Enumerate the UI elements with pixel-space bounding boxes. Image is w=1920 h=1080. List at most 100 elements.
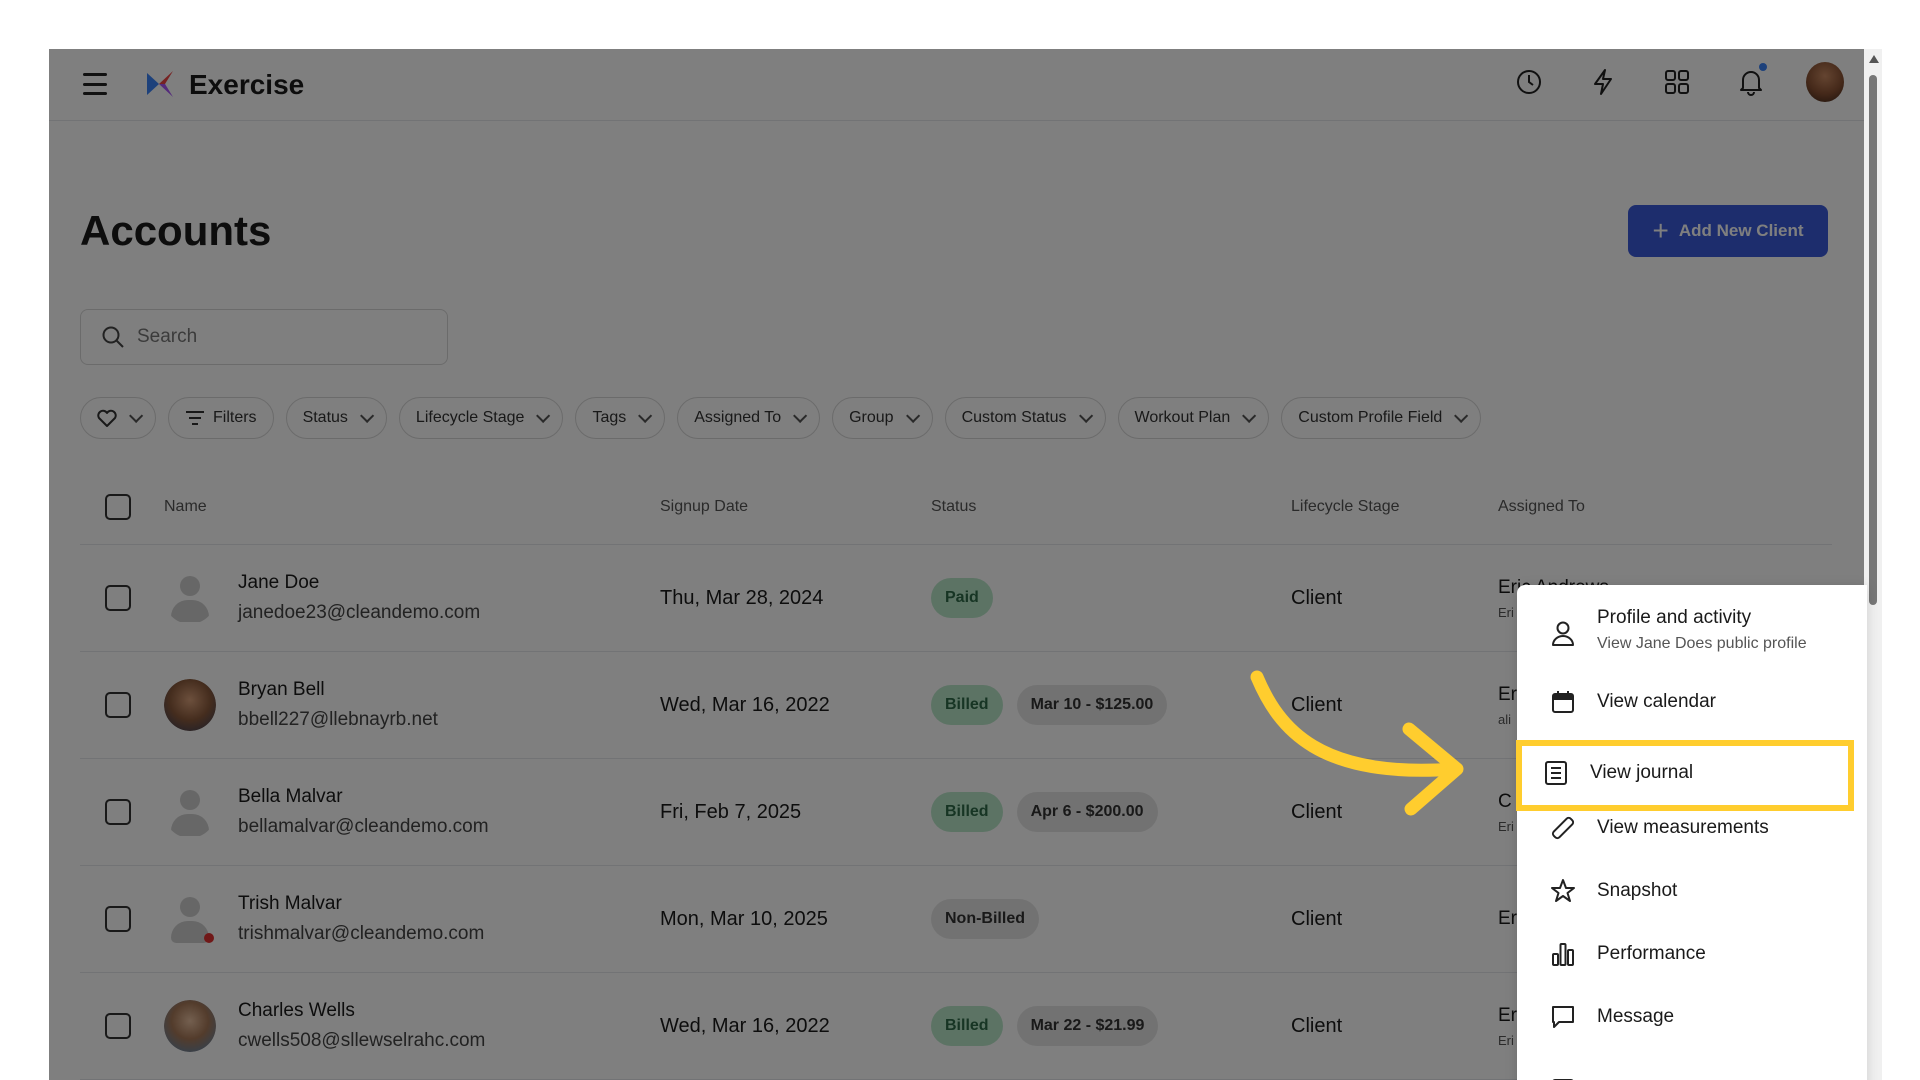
signup-date: Mon, Mar 10, 2025 bbox=[660, 907, 828, 930]
header-signup-date: Signup Date bbox=[660, 497, 749, 515]
status-dot bbox=[204, 933, 214, 943]
chevron-down-icon bbox=[536, 408, 551, 423]
status-filter[interactable]: Status bbox=[285, 397, 387, 439]
menu-item-more[interactable] bbox=[1517, 1071, 1867, 1080]
filter-lines-icon bbox=[186, 411, 204, 425]
status-badge: Paid bbox=[931, 578, 993, 618]
calendar-icon bbox=[1549, 688, 1577, 716]
menu-item-performance-label: Performance bbox=[1597, 943, 1706, 964]
assigned-sub: ali bbox=[1498, 711, 1512, 727]
menu-item-snapshot[interactable]: Snapshot bbox=[1517, 873, 1867, 909]
top-navbar: Exercise bbox=[49, 49, 1864, 121]
header-assigned-to: Assigned To bbox=[1498, 497, 1585, 515]
status-badge: Billed bbox=[931, 685, 1003, 725]
assigned-to-filter-label: Assigned To bbox=[694, 409, 782, 426]
lifecycle-stage-filter[interactable]: Lifecycle Stage bbox=[398, 397, 564, 439]
chevron-down-icon bbox=[1454, 408, 1469, 423]
client-name[interactable]: Bella Malvar bbox=[238, 786, 489, 808]
header-lifecycle-stage: Lifecycle Stage bbox=[1291, 497, 1400, 515]
search-input[interactable] bbox=[137, 326, 397, 348]
menu-item-profile[interactable]: Profile and activity View Jane Does publ… bbox=[1517, 607, 1867, 653]
filters-button[interactable]: Filters bbox=[168, 397, 274, 439]
lifecycle-stage: Client bbox=[1291, 586, 1343, 609]
chevron-down-icon bbox=[1242, 408, 1257, 423]
favorites-filter[interactable] bbox=[80, 397, 156, 439]
search-box bbox=[80, 309, 448, 365]
assigned-name: Er bbox=[1498, 1004, 1517, 1026]
workout-plan-filter[interactable]: Workout Plan bbox=[1117, 397, 1270, 439]
avatar-placeholder bbox=[164, 572, 216, 624]
assigned-name: Er bbox=[1498, 683, 1517, 705]
notification-bell-icon[interactable] bbox=[1732, 63, 1770, 101]
status-badge: Billed bbox=[931, 792, 1003, 832]
app-title: Exercise bbox=[189, 69, 305, 100]
menu-item-profile-label: Profile and activity bbox=[1597, 607, 1752, 628]
avatar-placeholder bbox=[164, 786, 216, 838]
add-new-client-button[interactable]: + Add New Client bbox=[1628, 205, 1828, 257]
filter-bar: Filters Status Lifecycle Stage Tags Assi… bbox=[80, 397, 1482, 439]
scroll-up-arrow-icon[interactable] bbox=[1869, 55, 1879, 63]
heart-icon bbox=[97, 409, 117, 427]
signup-date: Wed, Mar 16, 2022 bbox=[660, 693, 830, 716]
star-icon bbox=[1549, 877, 1577, 905]
chevron-down-icon bbox=[359, 408, 375, 423]
hamburger-menu-icon[interactable] bbox=[83, 73, 107, 95]
status-badge: Billed bbox=[931, 1006, 1003, 1046]
chevron-down-icon bbox=[905, 408, 920, 423]
chevron-down-icon bbox=[1078, 408, 1093, 423]
row-checkbox[interactable] bbox=[105, 692, 131, 718]
history-clock-icon[interactable] bbox=[1510, 63, 1548, 101]
tags-filter-label: Tags bbox=[592, 409, 627, 426]
client-name[interactable]: Bryan Bell bbox=[238, 679, 438, 701]
client-email: cwells508@sllewselrahc.com bbox=[238, 1030, 486, 1051]
menu-item-message-label: Message bbox=[1597, 1006, 1675, 1027]
custom-profile-field-filter-label: Custom Profile Field bbox=[1298, 409, 1443, 426]
row-checkbox[interactable] bbox=[105, 799, 131, 825]
client-email: trishmalvar@cleandemo.com bbox=[238, 923, 485, 944]
lightning-icon[interactable] bbox=[1584, 63, 1622, 101]
lifecycle-stage-filter-label: Lifecycle Stage bbox=[415, 409, 525, 426]
assigned-to: Er bbox=[1498, 908, 1517, 930]
bar-chart-icon bbox=[1549, 940, 1577, 968]
assigned-name: Er bbox=[1498, 908, 1517, 929]
tags-filter[interactable]: Tags bbox=[575, 397, 666, 439]
app-window: Exercise Accounts + Add New Client Searc… bbox=[49, 49, 1882, 1080]
header-name: Name bbox=[164, 497, 207, 515]
custom-status-filter[interactable]: Custom Status bbox=[944, 397, 1106, 439]
row-checkbox[interactable] bbox=[105, 906, 131, 932]
menu-item-view-journal[interactable]: View journal bbox=[1516, 740, 1854, 811]
filters-label: Filters bbox=[213, 409, 257, 426]
add-new-client-label: Add New Client bbox=[1678, 221, 1804, 240]
scrollbar-thumb[interactable] bbox=[1869, 75, 1877, 605]
header-status: Status bbox=[931, 497, 977, 515]
group-filter[interactable]: Group bbox=[832, 397, 933, 439]
plus-icon: + bbox=[1652, 215, 1669, 246]
menu-item-view-calendar-label: View calendar bbox=[1597, 691, 1717, 712]
card-icon bbox=[1549, 1075, 1577, 1080]
assigned-sub: Eri bbox=[1498, 1032, 1514, 1048]
user-avatar[interactable] bbox=[1806, 62, 1844, 102]
assigned-sub: Eri bbox=[1498, 818, 1514, 834]
custom-profile-field-filter[interactable]: Custom Profile Field bbox=[1281, 397, 1482, 439]
apps-grid-icon[interactable] bbox=[1658, 63, 1696, 101]
signup-date: Wed, Mar 16, 2022 bbox=[660, 1014, 830, 1037]
client-email: bbell227@llebnayrb.net bbox=[238, 709, 438, 730]
menu-item-performance[interactable]: Performance bbox=[1517, 936, 1867, 972]
app-logo-icon bbox=[147, 71, 173, 97]
avatar bbox=[164, 1000, 216, 1052]
annotation-arrow-icon bbox=[1250, 670, 1464, 816]
lifecycle-stage: Client bbox=[1291, 1014, 1343, 1037]
menu-item-view-measurements[interactable]: View measurements bbox=[1517, 810, 1867, 846]
row-checkbox[interactable] bbox=[105, 585, 131, 611]
client-name[interactable]: Jane Doe bbox=[238, 572, 480, 594]
client-name[interactable]: Charles Wells bbox=[238, 1000, 485, 1022]
client-name[interactable]: Trish Malvar bbox=[238, 893, 484, 915]
row-checkbox[interactable] bbox=[105, 1013, 131, 1039]
menu-item-view-measurements-label: View measurements bbox=[1597, 817, 1769, 838]
menu-item-view-calendar[interactable]: View calendar bbox=[1517, 684, 1867, 720]
assigned-to-filter[interactable]: Assigned To bbox=[677, 397, 821, 439]
chevron-down-icon bbox=[129, 408, 144, 423]
select-all-checkbox[interactable] bbox=[105, 493, 131, 520]
custom-status-filter-label: Custom Status bbox=[961, 409, 1067, 426]
menu-item-message[interactable]: Message bbox=[1517, 999, 1867, 1035]
